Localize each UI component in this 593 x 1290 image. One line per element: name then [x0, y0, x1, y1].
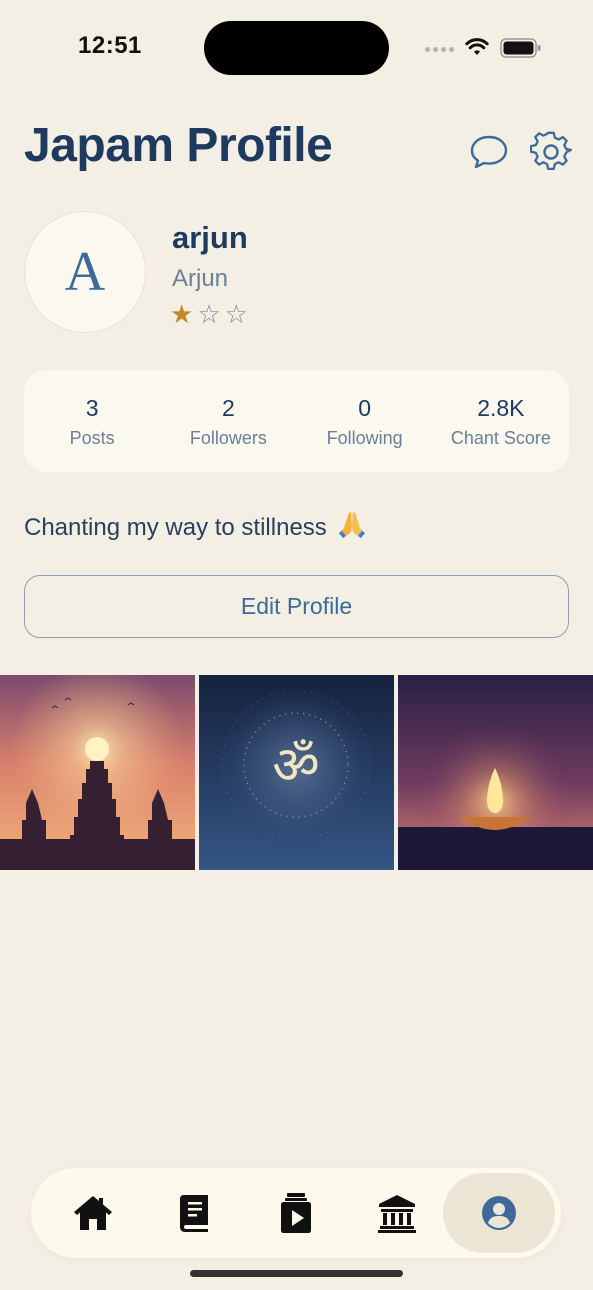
tab-home[interactable] [37, 1173, 149, 1253]
post-grid: ॐ [0, 675, 593, 870]
tab-library[interactable] [139, 1173, 251, 1253]
stat-following[interactable]: 0 Following [297, 370, 433, 472]
star-empty-icon: ☆ [224, 299, 248, 329]
tab-profile[interactable] [443, 1173, 555, 1253]
om-symbol-image: ॐ [199, 675, 394, 870]
diya-lamp-image [398, 675, 593, 870]
stat-value: 0 [358, 395, 372, 421]
edit-profile-button[interactable]: Edit Profile [24, 575, 569, 638]
svg-text:ॐ: ॐ [272, 736, 319, 796]
stats-card: 3 Posts 2 Followers 0 Following 2.8K Cha… [24, 370, 569, 472]
stat-value: 3 [85, 395, 99, 421]
chat-bubble-icon [470, 135, 508, 169]
wifi-icon [465, 38, 489, 55]
folded-hands-icon [335, 508, 369, 547]
stat-followers[interactable]: 2 Followers [160, 370, 296, 472]
profile-icon [482, 1196, 516, 1230]
tab-temple[interactable] [341, 1173, 453, 1253]
rating-stars: ★ ☆ ☆ [170, 300, 248, 328]
home-indicator[interactable] [190, 1270, 403, 1277]
post-temple-sunset[interactable] [0, 675, 195, 870]
home-icon [74, 1196, 112, 1230]
stat-posts[interactable]: 3 Posts [24, 370, 160, 472]
cellular-signal-icon [425, 47, 454, 52]
status-time: 12:51 [78, 32, 142, 59]
japa-video-icon [281, 1193, 311, 1233]
avatar[interactable]: A [24, 211, 146, 333]
star-empty-icon: ☆ [197, 299, 221, 329]
stat-value: 2 [221, 395, 235, 421]
stat-label: Following [326, 428, 403, 448]
temple-icon [378, 1195, 416, 1233]
settings-button[interactable] [529, 131, 573, 173]
dynamic-island [204, 21, 389, 75]
page-title: Japam Profile [24, 119, 333, 172]
display-name: Arjun [172, 265, 229, 292]
stat-label: Posts [69, 428, 115, 448]
tab-bar [31, 1168, 561, 1258]
temple-sunset-image [0, 675, 195, 870]
stat-label: Chant Score [450, 428, 551, 448]
battery-icon [500, 38, 541, 58]
post-om-symbol[interactable]: ॐ [199, 675, 394, 870]
tab-japa[interactable] [240, 1173, 352, 1253]
gear-icon [529, 131, 573, 171]
stat-chant-score[interactable]: 2.8K Chant Score [433, 370, 569, 472]
star-filled-icon: ★ [170, 299, 194, 329]
username: arjun [172, 220, 248, 255]
stat-value: 2.8K [477, 395, 525, 421]
stat-label: Followers [189, 428, 267, 448]
bio: Chanting my way to stillness [24, 508, 369, 547]
avatar-initial: A [64, 241, 106, 303]
messages-button[interactable] [468, 132, 510, 172]
book-icon [180, 1195, 208, 1232]
post-diya-lamp[interactable] [398, 675, 593, 870]
bio-text: Chanting my way to stillness [24, 513, 327, 541]
